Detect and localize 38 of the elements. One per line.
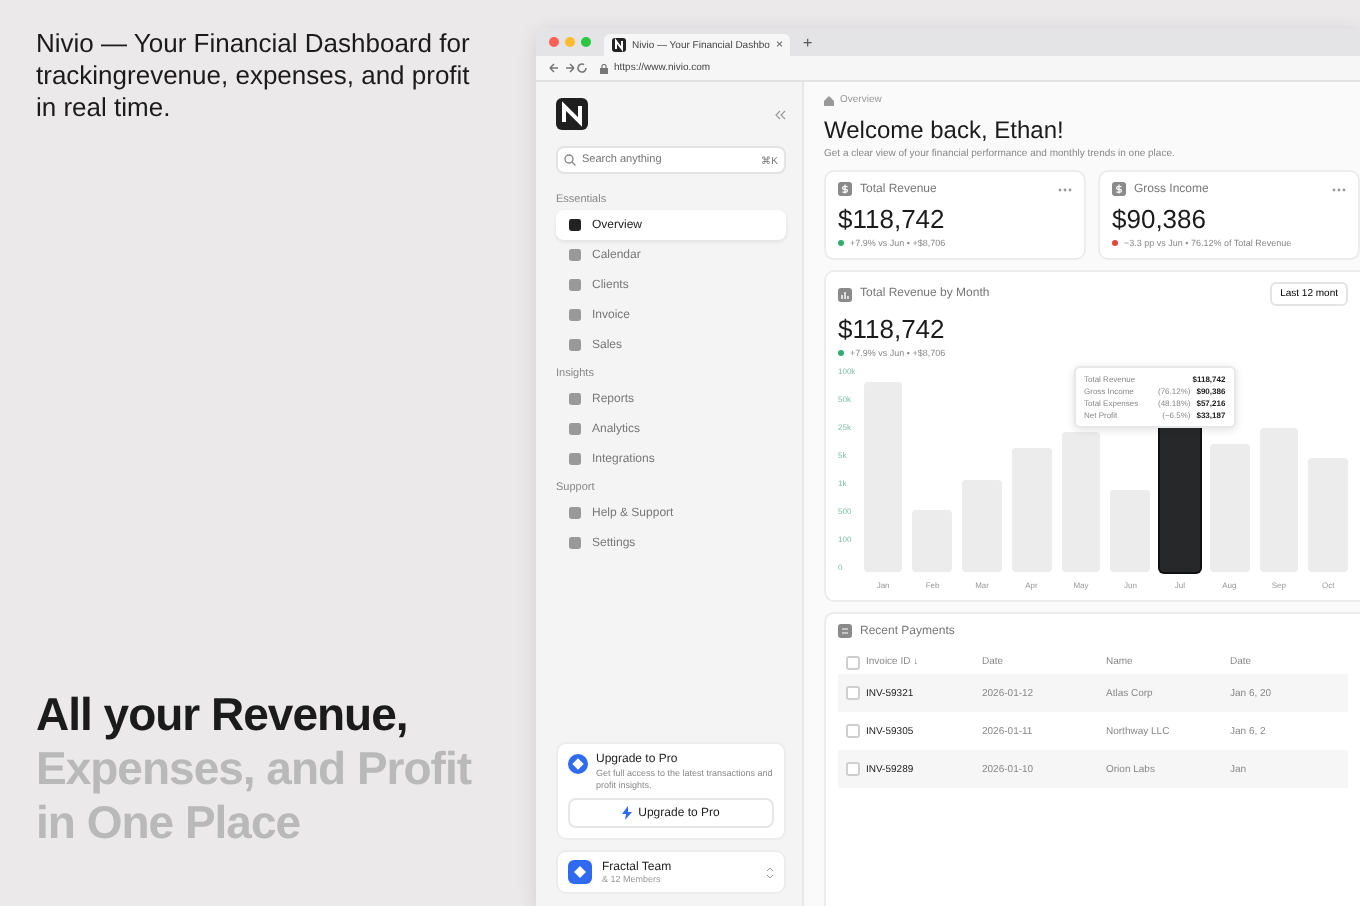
checkbox[interactable] bbox=[846, 686, 860, 700]
square-icon bbox=[568, 338, 582, 352]
team-icon bbox=[568, 860, 592, 884]
metric-value: $90,386 bbox=[1112, 204, 1208, 234]
headline-line: All your Revenue, bbox=[36, 688, 410, 742]
chevron-up-down-icon bbox=[766, 865, 774, 879]
list-icon bbox=[838, 624, 852, 638]
trend-dot bbox=[838, 350, 844, 356]
square-icon bbox=[568, 278, 582, 292]
navigation-icon bbox=[548, 62, 588, 74]
square-icon bbox=[568, 392, 582, 406]
square-icon bbox=[568, 422, 582, 436]
dollar-icon bbox=[1112, 182, 1126, 196]
collapse-icon bbox=[774, 109, 786, 119]
chart-icon bbox=[838, 287, 852, 301]
new-tab-button[interactable]: + bbox=[802, 33, 813, 51]
logo-icon bbox=[556, 98, 588, 130]
logo-icon bbox=[612, 38, 626, 52]
lightning-icon bbox=[622, 806, 633, 820]
checkbox[interactable] bbox=[846, 655, 860, 669]
square-icon bbox=[568, 536, 582, 550]
square-icon bbox=[568, 218, 582, 232]
chart-value: $118,742 bbox=[838, 314, 947, 344]
window-controls-icon bbox=[548, 36, 592, 48]
square-icon bbox=[568, 506, 582, 520]
badge-icon bbox=[568, 754, 588, 774]
home-icon bbox=[824, 95, 834, 105]
page-title: Welcome back, Ethan! bbox=[824, 116, 1066, 144]
checkbox[interactable] bbox=[846, 724, 860, 738]
metric-value: $118,742 bbox=[838, 204, 947, 234]
dollar-icon bbox=[838, 182, 852, 196]
search-icon bbox=[564, 153, 576, 165]
square-icon bbox=[568, 308, 582, 322]
square-icon bbox=[568, 248, 582, 262]
lock-icon bbox=[600, 63, 608, 73]
tagline: Nivio — Your Financial Dashboard for trackingrevenue, expenses, and profit in real time. bbox=[36, 28, 472, 124]
checkbox[interactable] bbox=[846, 762, 860, 776]
square-icon bbox=[568, 452, 582, 466]
